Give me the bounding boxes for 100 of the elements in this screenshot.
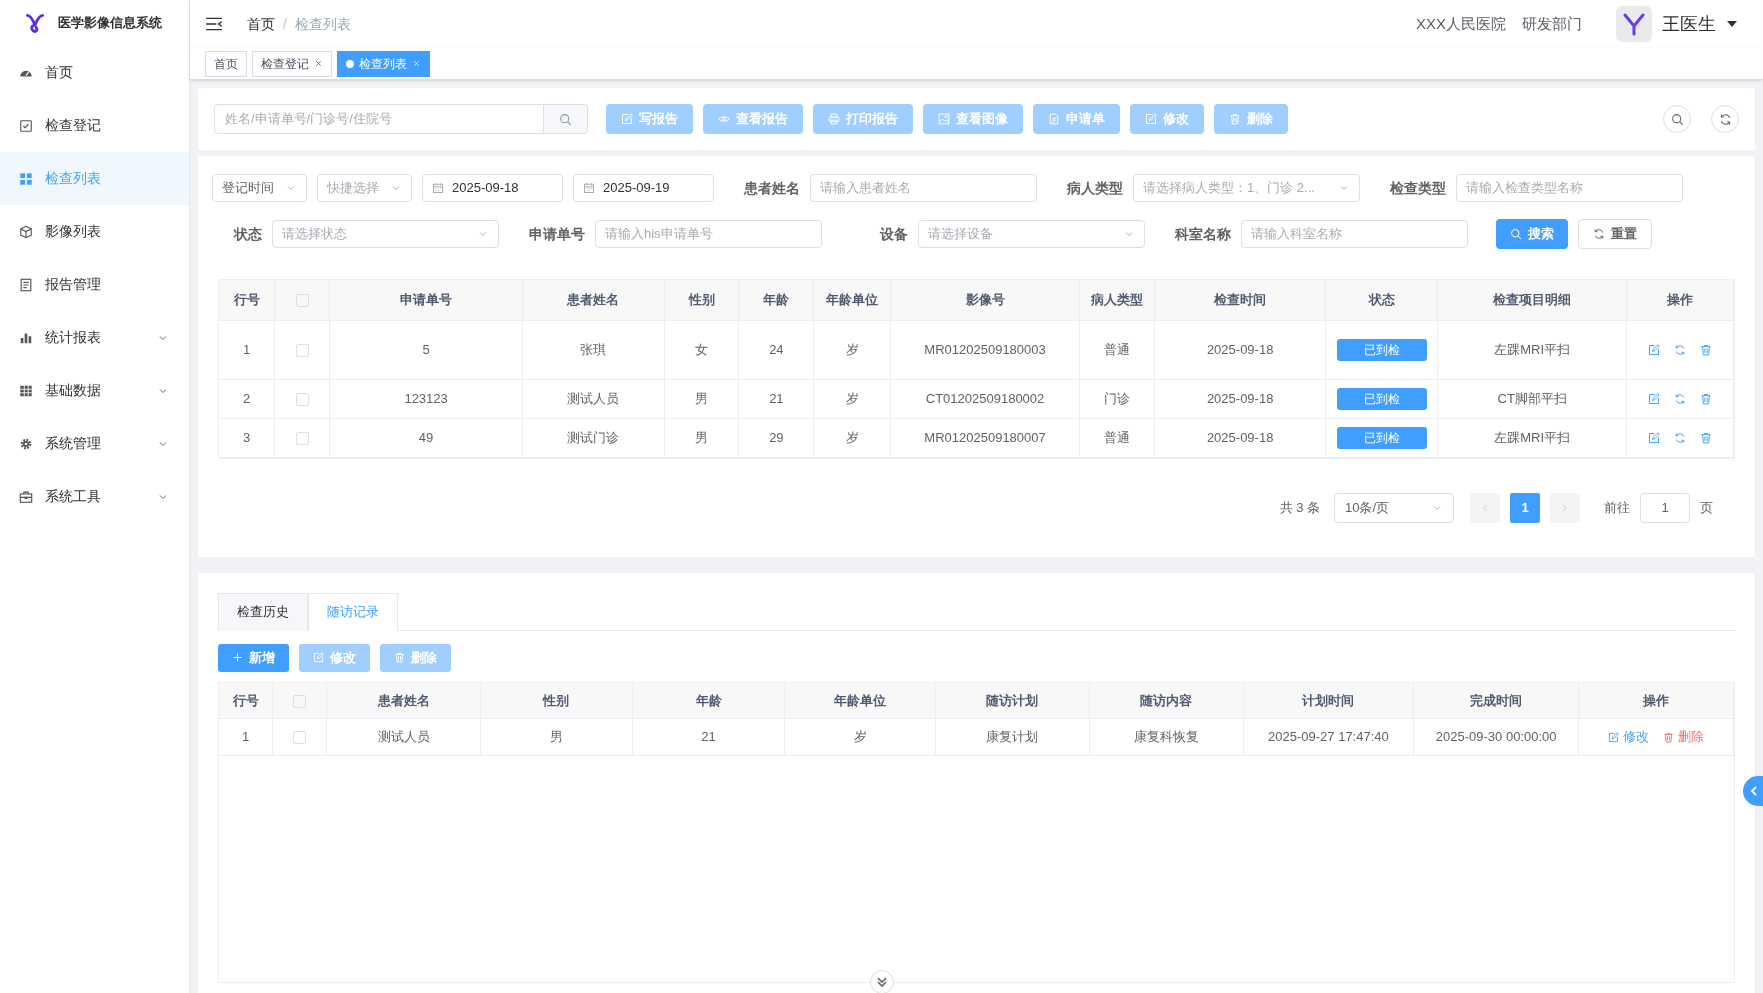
select-field[interactable]: 请选择状态 [272, 220, 499, 248]
delete-button[interactable] [1700, 431, 1712, 444]
table-cell: CT脚部平扫 [1437, 379, 1627, 418]
refresh-button[interactable] [1674, 392, 1686, 405]
page-tab[interactable]: 检查登记 [252, 50, 332, 77]
row-checkbox[interactable] [295, 343, 309, 357]
sidebar-item[interactable]: 检查列表 [0, 152, 189, 205]
table-cell: 2025-09-18 [1154, 379, 1326, 418]
input-field[interactable]: 请输入科室名称 [1241, 220, 1468, 248]
edit-button[interactable] [1648, 392, 1660, 405]
column-header: 操作 [1578, 682, 1734, 719]
edit-button[interactable] [1648, 343, 1660, 356]
page-number-field[interactable]: 1 [1640, 492, 1690, 523]
reset-button[interactable]: 重置 [1578, 219, 1652, 249]
document-icon [1048, 113, 1060, 125]
calendar-icon [583, 182, 595, 194]
column-header: 年龄 [632, 682, 785, 719]
delete-button[interactable] [1700, 392, 1712, 405]
page-tab[interactable]: 首页 [205, 50, 247, 77]
sidebar-item[interactable]: 检查登记 [0, 99, 189, 152]
table-cell: 1 [219, 718, 273, 756]
column-header: 计划时间 [1243, 682, 1414, 719]
field-label: 科室名称 [1173, 224, 1231, 244]
image-icon [938, 113, 950, 125]
select-all-checkbox[interactable] [293, 694, 307, 708]
input-field[interactable]: 请输入his申请单号 [595, 220, 822, 248]
row-checkbox[interactable] [293, 731, 307, 745]
hospital-name: XXX人民医院 [1416, 13, 1506, 34]
edit-icon [621, 113, 633, 125]
chevron-left-icon [1749, 786, 1759, 796]
add-button[interactable]: 新增 [218, 643, 289, 672]
column-header: 年龄单位 [784, 682, 936, 719]
table-cell: 1 [219, 320, 275, 379]
date-field[interactable]: 2025-09-18 [422, 174, 563, 202]
select-field[interactable]: 请选择病人类型：1、门诊 2... [1133, 174, 1360, 202]
column-header: 操作 [1626, 280, 1734, 320]
trash-icon [1229, 113, 1241, 125]
input-field[interactable]: 请输入患者姓名 [810, 174, 1037, 202]
page-tab[interactable]: 检查列表 [337, 50, 430, 77]
sidebar-item[interactable]: 系统管理 [0, 417, 189, 470]
select-field[interactable]: 快捷选择 [317, 174, 412, 202]
refresh-button[interactable] [1674, 431, 1686, 444]
refresh-icon [1674, 392, 1686, 405]
table-cell: 2 [219, 379, 275, 418]
field-label: 状态 [232, 224, 262, 244]
search-button[interactable] [544, 104, 588, 134]
tab[interactable]: 随访记录 [308, 592, 398, 631]
table-cell: 24 [738, 320, 814, 379]
column-header: 患者姓名 [326, 682, 481, 719]
table-cell: 21 [738, 379, 814, 418]
trash-icon [1700, 431, 1712, 444]
breadcrumb-link[interactable]: 首页 [247, 13, 275, 35]
sidebar-item[interactable]: 系统工具 [0, 470, 189, 523]
column-header: 检查时间 [1154, 280, 1326, 320]
department-name: 研发部门 [1522, 13, 1582, 34]
status-badge: 已到检 [1336, 426, 1427, 449]
eye-icon [718, 113, 730, 125]
input-field[interactable]: 请输入检查类型名称 [1456, 174, 1683, 202]
sidebar-item[interactable]: 影像列表 [0, 205, 189, 258]
row-checkbox[interactable] [295, 431, 309, 445]
refresh-button[interactable] [1674, 343, 1686, 356]
tab[interactable]: 检查历史 [218, 592, 308, 631]
edit-link[interactable]: 修改 [1608, 727, 1649, 747]
column-header: 行号 [219, 682, 273, 719]
column-header: 患者姓名 [522, 280, 665, 320]
search-field[interactable]: 姓名/申请单号/门诊号/住院号 [214, 104, 544, 134]
delete-button[interactable] [1700, 343, 1712, 356]
field-label: 设备 [878, 224, 908, 244]
search-icon [1670, 112, 1684, 126]
search-button[interactable]: 搜索 [1496, 219, 1568, 249]
edit-button[interactable] [1648, 431, 1660, 444]
user-name[interactable]: 王医生 [1662, 10, 1716, 38]
table-cell: 岁 [813, 379, 891, 418]
date-field[interactable]: 2025-09-19 [573, 174, 714, 202]
table-cell: 男 [664, 418, 739, 457]
sidebar-item[interactable]: 首页 [0, 46, 189, 99]
table-cell: 5 [329, 320, 523, 379]
table-cell: CT01202509180002 [890, 379, 1080, 418]
table-cell: 左踝MRI平扫 [1437, 418, 1627, 457]
select-field[interactable]: 登记时间 [212, 174, 307, 202]
sidebar-item[interactable]: 报告管理 [0, 258, 189, 311]
page-number[interactable]: 1 [1510, 492, 1540, 523]
sidebar-item[interactable]: 基础数据 [0, 364, 189, 417]
edit-icon [1648, 431, 1660, 444]
table-cell: 49 [329, 418, 523, 457]
delete-link[interactable]: 删除 [1663, 727, 1704, 747]
select-all-checkbox[interactable] [295, 294, 309, 308]
page-size-select[interactable]: 10条/页 [1334, 492, 1454, 523]
select-field[interactable]: 请选择设备 [918, 220, 1145, 248]
settings-icon [19, 436, 33, 451]
caret-down-icon [1726, 19, 1738, 29]
row-checkbox[interactable] [295, 392, 309, 406]
column-header: 年龄单位 [813, 280, 891, 320]
table-cell: 门诊 [1079, 379, 1155, 418]
sidebar-item[interactable]: 统计报表 [0, 311, 189, 364]
column-header: 状态 [1325, 280, 1438, 320]
table-cell: 张琪 [522, 320, 665, 379]
app-title: 医学影像信息系统 [58, 14, 162, 33]
table-cell: 2025-09-18 [1154, 418, 1326, 457]
edit-icon [313, 652, 324, 663]
